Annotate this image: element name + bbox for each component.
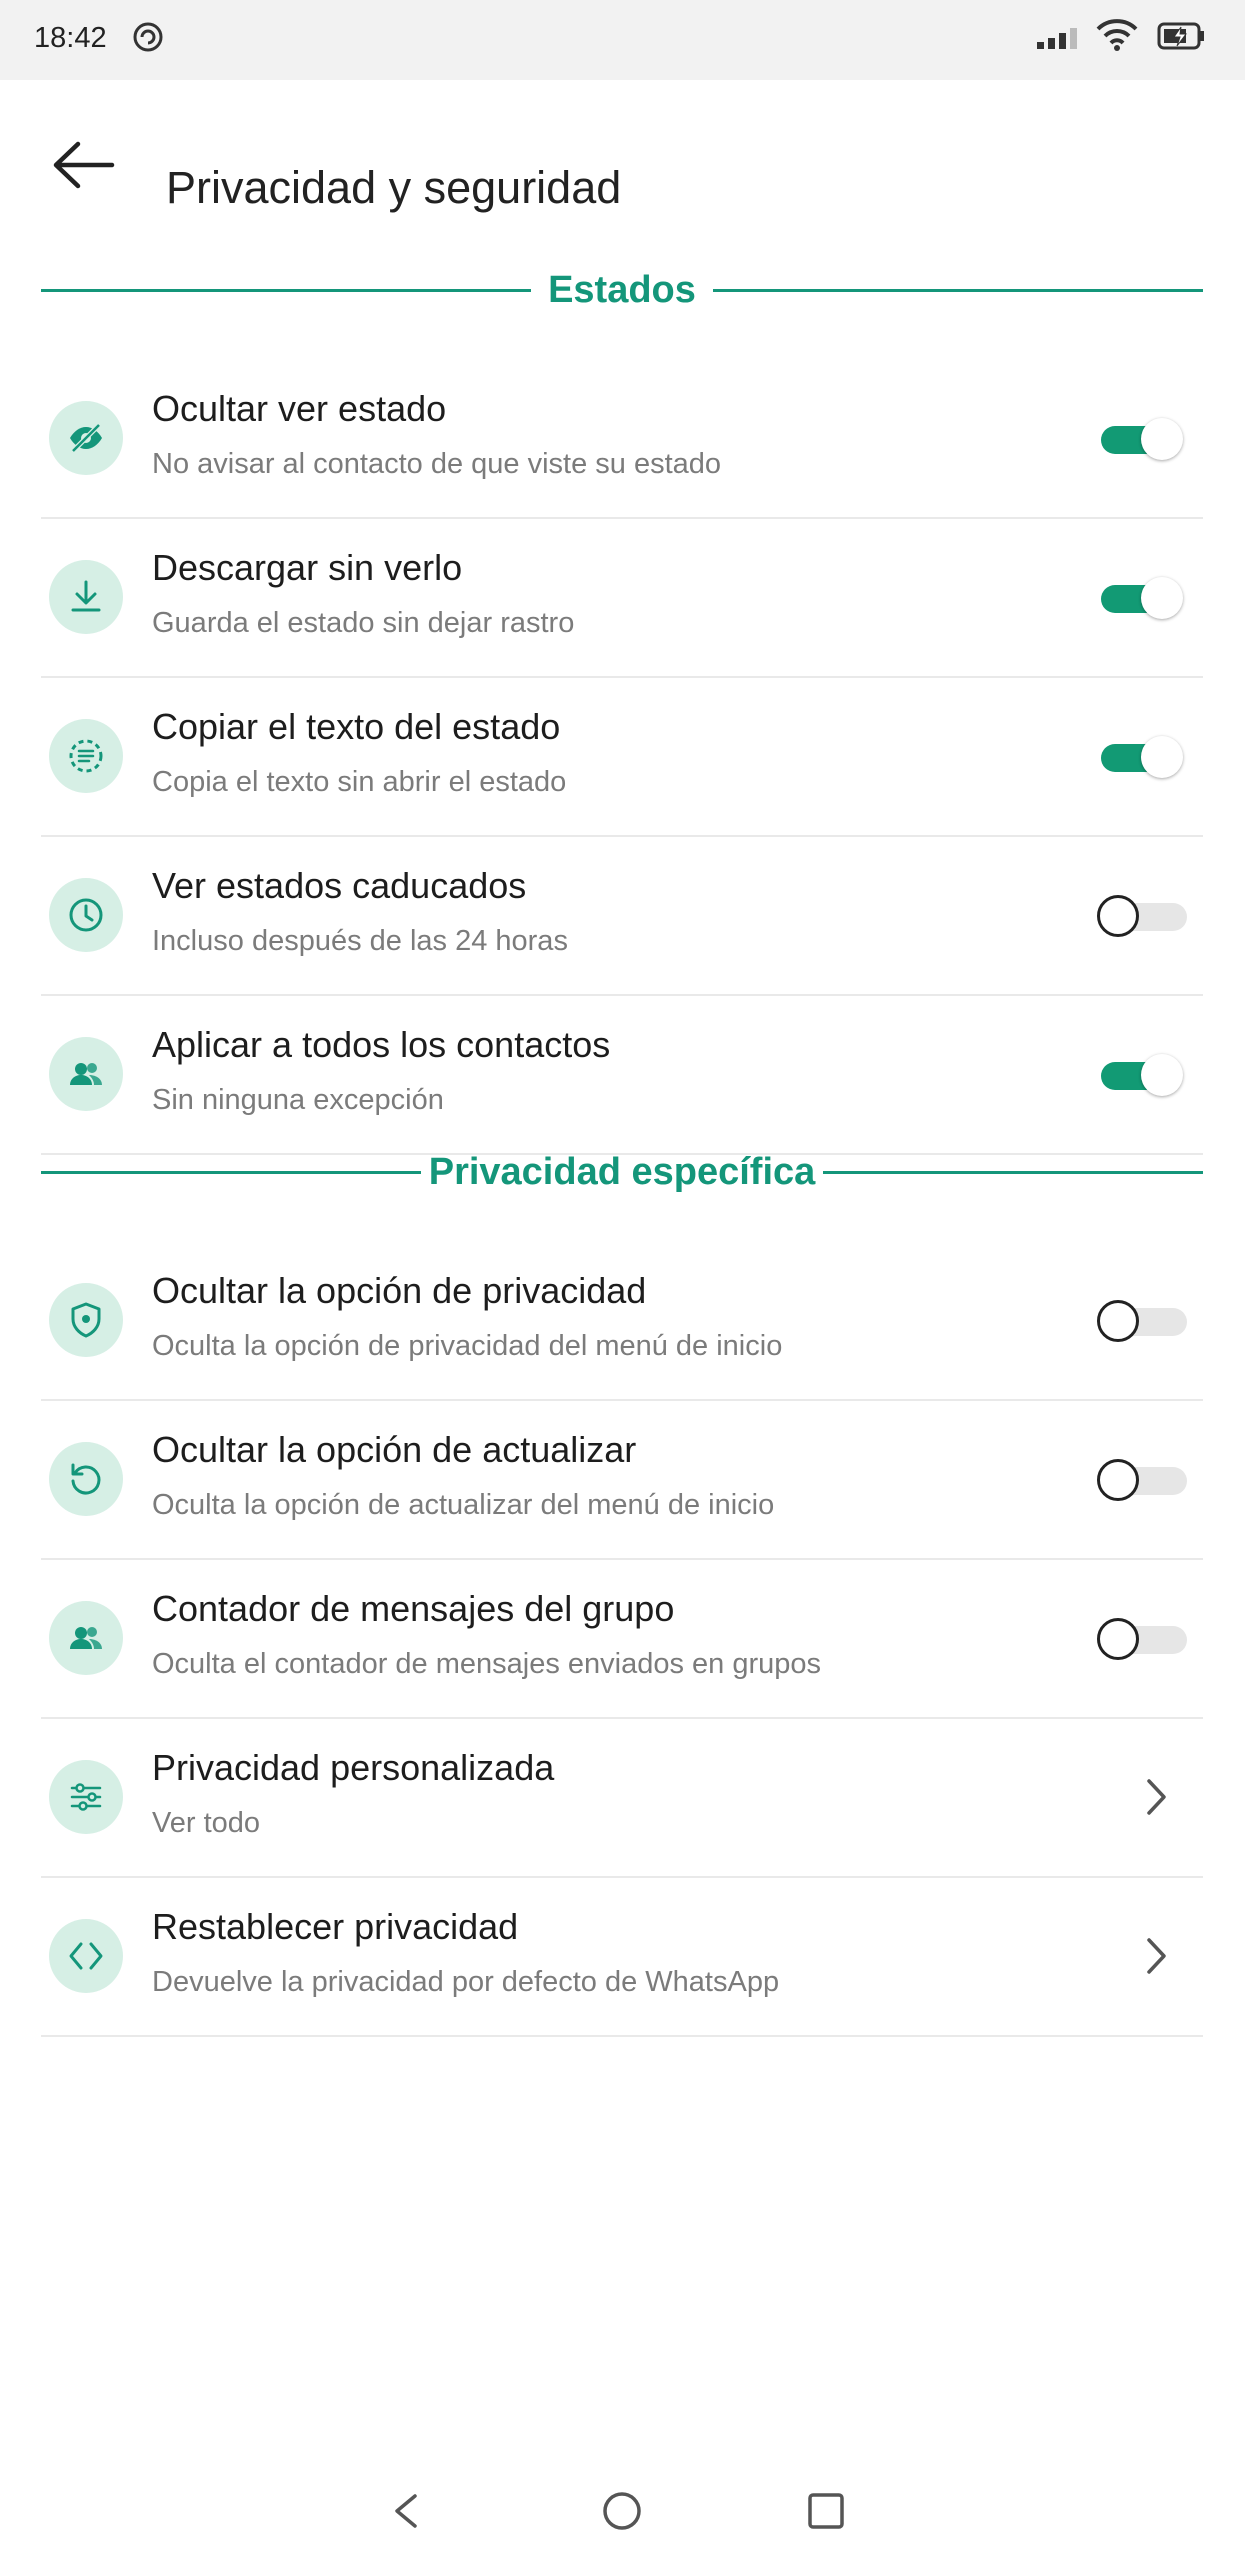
row-title: Ocultar la opción de privacidad	[152, 1270, 647, 1311]
section-header-privacidad: Privacidad específica	[41, 1147, 1203, 1197]
icon-badge	[49, 877, 123, 952]
status-time: 18:42	[34, 22, 107, 54]
setting-row-group-message-counter[interactable]: Contador de mensajes del grupo Oculta el…	[41, 1558, 1203, 1719]
code-brackets-icon	[69, 1942, 103, 1969]
row-subtitle: Copia el texto sin abrir el estado	[152, 766, 567, 798]
chevron-right-icon	[1147, 1778, 1166, 1815]
row-subtitle: No avisar al contacto de que viste su es…	[152, 448, 722, 480]
signal-icon	[1037, 28, 1077, 49]
contacts-icon	[70, 1062, 102, 1085]
row-subtitle: Ver todo	[152, 1807, 261, 1839]
setting-row-hide-privacy-option[interactable]: Ocultar la opción de privacidad Oculta l…	[41, 1240, 1203, 1401]
text-select-icon	[69, 739, 103, 772]
row-subtitle: Oculta el contador de mensajes enviados …	[152, 1648, 822, 1680]
setting-row-hide-update-option[interactable]: Ocultar la opción de actualizar Oculta l…	[41, 1399, 1203, 1560]
row-title: Aplicar a todos los contactos	[152, 1024, 611, 1065]
battery-charging-icon	[1157, 22, 1204, 50]
divider	[823, 1171, 1203, 1174]
setting-row-copy-status-text[interactable]: Copiar el texto del estado Copia el text…	[41, 676, 1203, 837]
icon-badge	[49, 1918, 123, 1993]
toggle-switch[interactable]	[1097, 731, 1187, 781]
icon-badge	[49, 559, 123, 634]
row-title: Ocultar la opción de actualizar	[152, 1429, 637, 1470]
row-title: Descargar sin verlo	[152, 547, 463, 588]
icon-badge	[49, 718, 123, 793]
nav-home-icon[interactable]	[601, 2490, 643, 2532]
row-subtitle: Devuelve la privacidad por defecto de Wh…	[152, 1966, 780, 1998]
toggle-switch[interactable]	[1097, 413, 1187, 463]
icon-badge	[49, 1282, 123, 1357]
wifi-icon	[1096, 19, 1138, 51]
page-title: Privacidad y seguridad	[166, 162, 622, 213]
status-icons	[1035, 18, 1215, 58]
chevron-right-icon	[1147, 1937, 1166, 1974]
toggle-switch[interactable]	[1097, 1454, 1187, 1504]
row-subtitle: Oculta la opción de privacidad del menú …	[152, 1330, 783, 1362]
row-subtitle: Oculta la opción de actualizar del menú …	[152, 1489, 775, 1521]
clock-icon	[69, 898, 103, 931]
setting-row-download-unseen[interactable]: Descargar sin verlo Guarda el estado sin…	[41, 517, 1203, 678]
sync-icon	[133, 22, 163, 52]
eye-off-icon	[70, 422, 102, 453]
icon-badge	[49, 1036, 123, 1111]
divider	[713, 289, 1203, 292]
setting-row-expired-statuses[interactable]: Ver estados caducados Incluso después de…	[41, 835, 1203, 996]
nav-recents-icon[interactable]	[805, 2490, 847, 2532]
row-subtitle: Sin ninguna excepción	[152, 1084, 444, 1116]
icon-badge	[49, 1441, 123, 1516]
status-bar: 18:42	[0, 0, 1245, 80]
row-subtitle: Incluso después de las 24 horas	[152, 925, 568, 957]
arrow-left-icon	[53, 141, 115, 189]
row-title: Privacidad personalizada	[152, 1747, 555, 1788]
refresh-icon	[71, 1463, 101, 1494]
row-subtitle: Guarda el estado sin dejar rastro	[152, 607, 575, 639]
toggle-switch[interactable]	[1097, 572, 1187, 622]
shield-icon	[71, 1302, 101, 1337]
icon-badge	[49, 400, 123, 475]
setting-row-apply-all-contacts[interactable]: Aplicar a todos los contactos Sin ningun…	[41, 994, 1203, 1155]
row-title: Ocultar ver estado	[152, 388, 447, 429]
system-nav-bar	[0, 2480, 1245, 2560]
row-title: Restablecer privacidad	[152, 1906, 519, 1947]
nav-back-icon[interactable]	[385, 2490, 427, 2532]
row-title: Contador de mensajes del grupo	[152, 1588, 675, 1629]
setting-row-custom-privacy[interactable]: Privacidad personalizada Ver todo	[41, 1717, 1203, 1878]
back-button[interactable]	[48, 132, 118, 202]
toggle-switch[interactable]	[1097, 1613, 1187, 1663]
row-title: Ver estados caducados	[152, 865, 527, 906]
download-icon	[71, 580, 101, 611]
icon-badge	[49, 1759, 123, 1834]
section-header-estados: Estados	[41, 265, 1203, 315]
toggle-switch[interactable]	[1097, 890, 1187, 940]
icon-badge	[49, 1600, 123, 1675]
row-title: Copiar el texto del estado	[152, 706, 561, 747]
toggle-switch[interactable]	[1097, 1295, 1187, 1345]
sliders-icon	[70, 1782, 102, 1811]
setting-row-reset-privacy[interactable]: Restablecer privacidad Devuelve la priva…	[41, 1876, 1203, 2037]
setting-row-hide-view-status[interactable]: Ocultar ver estado No avisar al contacto…	[41, 358, 1203, 519]
contacts-icon	[70, 1626, 102, 1649]
toggle-switch[interactable]	[1097, 1049, 1187, 1099]
